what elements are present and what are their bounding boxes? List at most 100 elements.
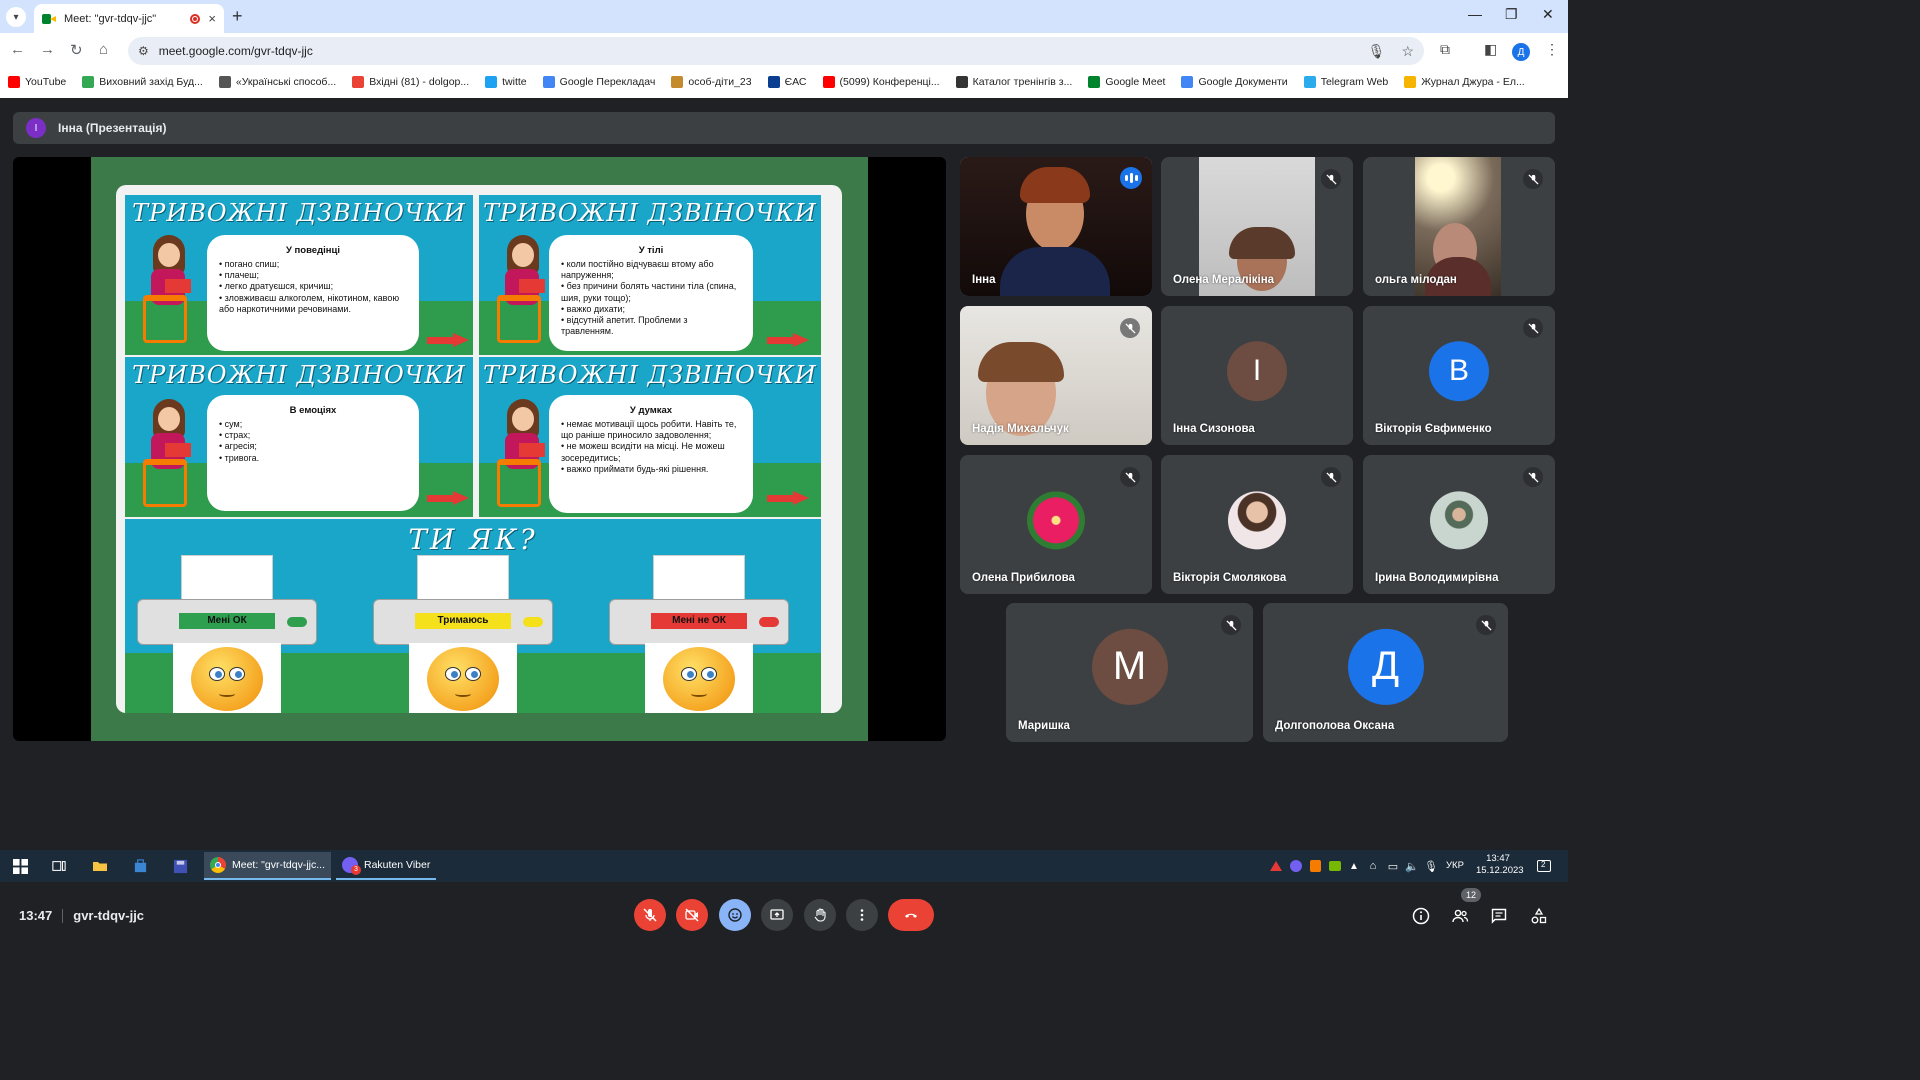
mood-question: ТИ ЯК?	[408, 523, 538, 556]
url-text[interactable]: meet.google.com/gvr-tdqv-jjc	[159, 44, 313, 58]
panel-list-item: плачеш;	[219, 270, 407, 281]
tab-close-icon[interactable]: ×	[208, 11, 216, 26]
panel-list: коли постійно відчуваєш втому або напруж…	[561, 259, 741, 338]
tray-red-icon[interactable]	[1266, 856, 1286, 876]
forward-icon[interactable]: →	[40, 41, 55, 58]
more-options-button[interactable]	[846, 899, 878, 931]
chat-button[interactable]	[1488, 905, 1510, 927]
panel-list-item: немає мотивації щось робити. Навіть те, …	[561, 419, 741, 442]
participant-tile[interactable]: Надія Михальчук	[960, 306, 1152, 445]
tab-meet[interactable]: Meet: "gvr-tdqv-jjc" ×	[34, 4, 224, 33]
panel-heading: У поведінці	[286, 245, 340, 256]
leave-call-button[interactable]	[888, 899, 934, 931]
girl-reading-illustration	[139, 235, 195, 347]
profile-avatar[interactable]: Д	[1512, 43, 1530, 61]
red-arrow-icon	[427, 333, 471, 347]
bookmark-item[interactable]: Каталог тренінгів з...	[955, 75, 1072, 88]
bookmark-item[interactable]: особ-діти_23	[671, 75, 752, 88]
extensions-icon[interactable]: ⧉	[1440, 41, 1450, 58]
participant-tile[interactable]: В Вікторія Євфименко	[1363, 306, 1555, 445]
task-view-icon[interactable]	[49, 856, 69, 876]
tray-nvidia-icon[interactable]	[1325, 856, 1345, 876]
address-bar[interactable]: ⚙ meet.google.com/gvr-tdqv-jjc 🎙 ☆	[128, 37, 1424, 65]
reactions-button[interactable]	[719, 899, 751, 931]
participant-tile[interactable]: Інна	[960, 157, 1152, 296]
reload-icon[interactable]: ↻	[70, 41, 83, 59]
panel-list-item: сум;	[219, 419, 407, 430]
tab-search-icon[interactable]: ▾	[6, 7, 26, 27]
bookmark-item[interactable]: twitte	[485, 75, 527, 88]
panel-bubble: В емоціях сум;страх;агресія;тривога.	[207, 395, 419, 511]
bookmark-star-icon[interactable]: ☆	[1401, 43, 1414, 60]
restore-button[interactable]: ❐	[1505, 6, 1518, 23]
taskbar-chrome[interactable]: Meet: "gvr-tdqv-jjc...	[204, 852, 331, 880]
bookmark-item[interactable]: Google Meet	[1088, 75, 1165, 88]
system-clock[interactable]: 13:47 15.12.2023	[1476, 853, 1524, 878]
tray-app-icon[interactable]	[1305, 856, 1325, 876]
participant-tile[interactable]: М Маришка	[1006, 603, 1253, 742]
taskbar-viber[interactable]: 3 Rakuten Viber	[336, 852, 437, 880]
panel-list-item: коли постійно відчуваєш втому або напруж…	[561, 259, 741, 282]
bookmark-favicon-icon	[82, 75, 95, 88]
store-icon[interactable]	[130, 856, 150, 876]
browser-toolbar: ← → ↻ ⌂ ⚙ meet.google.com/gvr-tdqv-jjc 🎙…	[0, 33, 1568, 69]
participant-tile[interactable]: І Інна Сизонова	[1161, 306, 1353, 445]
file-explorer-icon[interactable]	[90, 856, 110, 876]
microphone-icon[interactable]: 🎙	[1368, 43, 1386, 60]
bookmark-item[interactable]: Google Перекладач	[542, 75, 655, 88]
participant-tile[interactable]: ольга мілодан	[1363, 157, 1555, 296]
participant-tile[interactable]: Олена Прибилова	[960, 455, 1152, 594]
bookmark-item[interactable]: «Українські способ...	[218, 75, 336, 88]
activities-button[interactable]	[1528, 905, 1550, 927]
bookmark-item[interactable]: Telegram Web	[1303, 75, 1388, 88]
girl-reading-illustration	[139, 399, 195, 511]
raise-hand-button[interactable]	[804, 899, 836, 931]
menu-icon[interactable]: ⋮	[1545, 41, 1559, 58]
language-indicator[interactable]: УКР	[1446, 860, 1464, 872]
mic-off-button[interactable]	[634, 899, 666, 931]
tray-hidden-icons[interactable]: ▲	[1344, 856, 1364, 876]
bookmark-favicon-icon	[352, 75, 365, 88]
meeting-code: gvr-tdqv-jjc	[73, 908, 145, 923]
notifications-count: 2	[1541, 860, 1546, 869]
meeting-details-button[interactable]	[1410, 905, 1432, 927]
camera-off-button[interactable]	[676, 899, 708, 931]
side-panel-icon[interactable]: ◧	[1484, 41, 1497, 58]
bookmark-item[interactable]: (5099) Конференці...	[822, 75, 940, 88]
bookmark-item[interactable]: Журнал Джура - Ел...	[1404, 75, 1525, 88]
microphone-tray-icon[interactable]: 🎙	[1421, 856, 1441, 876]
panel-list-item: страх;	[219, 430, 407, 441]
tray-network-device-icon[interactable]: ⌂	[1363, 856, 1383, 876]
participant-tile[interactable]: Д Долгополова Оксана	[1263, 603, 1508, 742]
mic-off-icon	[643, 908, 657, 922]
tray-viber-icon[interactable]	[1286, 856, 1306, 876]
bookmark-item[interactable]: Google Документи	[1181, 75, 1288, 88]
participant-tile[interactable]: Вікторія Смолякова	[1161, 455, 1353, 594]
save-disk-icon[interactable]	[170, 856, 190, 876]
meet-control-bar: 13:47 gvr-tdqv-jjc 12	[0, 888, 1568, 944]
close-window-button[interactable]: ✕	[1542, 6, 1554, 23]
people-button[interactable]	[1449, 905, 1471, 927]
bookmark-favicon-icon	[767, 75, 780, 88]
chrome-icon	[210, 857, 226, 873]
volume-icon[interactable]: 🔈	[1402, 856, 1422, 876]
participant-tile[interactable]: Олена Мералікіна	[1161, 157, 1353, 296]
bookmark-item[interactable]: ЄАС	[767, 75, 807, 88]
presentation-stage[interactable]: ТРИВОЖНІ ДЗВІНОЧКИ У поведінці погано сп…	[13, 157, 946, 741]
muted-mic-icon	[1221, 615, 1241, 635]
bookmark-item[interactable]: YouTube	[8, 75, 66, 88]
notifications-icon[interactable]: 2	[1534, 856, 1554, 876]
site-info-icon[interactable]: ⚙	[138, 44, 149, 58]
printer-holding: Тримаюсь	[373, 555, 553, 713]
new-tab-button[interactable]: +	[232, 6, 243, 27]
minimize-button[interactable]: —	[1468, 6, 1482, 22]
network-icon[interactable]: ▭	[1383, 856, 1403, 876]
back-icon[interactable]: ←	[10, 41, 25, 58]
panel-heading: В емоціях	[289, 405, 337, 416]
present-screen-button[interactable]	[761, 899, 793, 931]
bookmark-item[interactable]: Вхідні (81) - dolgop...	[352, 75, 469, 88]
bookmark-item[interactable]: Виховний захід Буд...	[82, 75, 203, 88]
windows-start-icon[interactable]	[10, 856, 30, 876]
participant-tile[interactable]: Ірина Володимирівна	[1363, 455, 1555, 594]
home-icon[interactable]: ⌂	[99, 41, 108, 58]
